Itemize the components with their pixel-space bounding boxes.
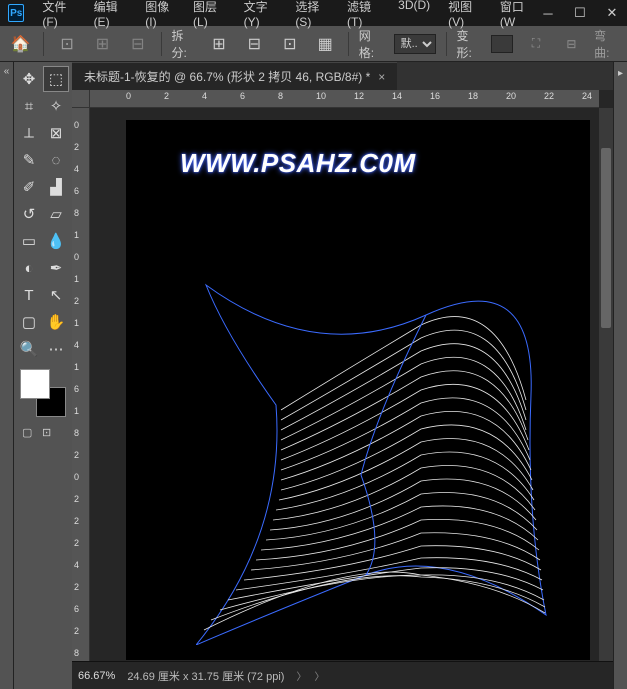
lasso-tool[interactable]: ⌗ <box>16 93 42 119</box>
frame-tool[interactable]: ⊠ <box>43 120 69 146</box>
history-brush-tool[interactable]: ↺ <box>16 201 42 227</box>
grid-select[interactable]: 默... <box>394 34 436 54</box>
eraser-tool[interactable]: ▱ <box>43 201 69 227</box>
zoom-tool[interactable]: 🔍 <box>16 336 42 362</box>
move-tool[interactable]: ✥ <box>16 66 42 92</box>
warp-mode-icon[interactable]: ⊡ <box>54 30 79 58</box>
maximize-button[interactable]: ☐ <box>573 6 587 20</box>
close-button[interactable]: ✕ <box>605 6 619 20</box>
scrollbar-vertical[interactable] <box>599 108 613 661</box>
clone-stamp-tool[interactable]: ▟ <box>43 174 69 200</box>
path-select-tool[interactable]: ↖ <box>43 282 69 308</box>
ruler-corner <box>72 90 90 108</box>
spot-heal-tool[interactable]: ◌ <box>43 147 69 173</box>
zoom-level[interactable]: 66.67% <box>78 670 115 682</box>
watermark-text: WWW.PSAHZ.C0M <box>180 148 416 179</box>
options-bar: 🏠 ⊡ ⊞ ⊟ 拆分: ⊞ ⊟ ⊡ ▦ 网格: 默... 变形: ⛶ ⊟ 弯曲: <box>0 26 627 62</box>
menu-select[interactable]: 选择(S) <box>287 0 337 32</box>
window-controls: ─ ☐ ✕ <box>541 6 619 20</box>
split-grid-1[interactable]: ⊞ <box>206 30 231 58</box>
magic-wand-tool[interactable]: ✧ <box>43 93 69 119</box>
shape-tool[interactable]: ▢ <box>16 309 42 335</box>
type-tool[interactable]: T <box>16 282 42 308</box>
minimize-button[interactable]: ─ <box>541 6 555 20</box>
pen-tool[interactable]: ✒ <box>43 255 69 281</box>
ruler-vertical[interactable]: 0246810121416182022242628 <box>72 108 90 661</box>
dodge-tool[interactable]: ◐ <box>16 255 42 281</box>
quickmask-icon[interactable]: ▢ <box>22 426 36 440</box>
constrain-icon[interactable]: ⊟ <box>559 30 584 58</box>
status-bar: 66.67% 24.69 厘米 x 31.75 厘米 (72 ppi) 〉 〉 <box>72 661 613 689</box>
split-label: 拆分: <box>171 27 196 61</box>
hand-tool[interactable]: ✋ <box>43 309 69 335</box>
title-bar: Ps 文件(F) 编辑(E) 图像(I) 图层(L) 文字(Y) 选择(S) 滤… <box>0 0 627 26</box>
home-icon[interactable]: 🏠 <box>8 30 33 58</box>
panel-expand-icon[interactable]: ▸ <box>618 68 623 79</box>
transform-label: 变形: <box>457 27 482 61</box>
document-area: 未标题-1-恢复的 @ 66.7% (形状 2 拷贝 46, RGB/8#) *… <box>72 62 613 689</box>
document-dimensions: 24.69 厘米 x 31.75 厘米 (72 ppi) <box>127 668 284 684</box>
scroll-thumb[interactable] <box>601 148 611 328</box>
separator <box>43 32 44 56</box>
split-grid-2[interactable]: ⊟ <box>242 30 267 58</box>
split-grid-4[interactable]: ▦ <box>312 30 337 58</box>
menu-window[interactable]: 窗口(W <box>492 0 541 32</box>
separator <box>348 32 349 56</box>
blur-tool[interactable]: 💧 <box>43 228 69 254</box>
canvas-viewport[interactable]: WWW.PSAHZ.C0M <box>90 108 599 661</box>
link-icon[interactable]: ⛶ <box>523 30 548 58</box>
tab-bar: 未标题-1-恢复的 @ 66.7% (形状 2 拷贝 46, RGB/8#) *… <box>72 62 613 90</box>
grid-icon-2[interactable]: ⊟ <box>125 30 150 58</box>
menu-type[interactable]: 文字(Y) <box>236 0 286 32</box>
grid-label: 网格: <box>359 27 384 61</box>
toolbox: ✥ ⬚ ⌗ ✧ ⟂ ⊠ ✎ ◌ ✐ ▟ ↺ ▱ ▭ 💧 ◐ ✒ T ↖ ▢ ✋ … <box>14 62 72 689</box>
tab-title: 未标题-1-恢复的 @ 66.7% (形状 2 拷贝 46, RGB/8#) * <box>84 68 370 85</box>
right-panel-collapsed[interactable]: ▸ <box>613 62 627 689</box>
ruler-horizontal[interactable]: 024681012141618202224 <box>90 90 599 108</box>
separator <box>446 32 447 56</box>
shape-artwork <box>196 275 556 645</box>
document-tab[interactable]: 未标题-1-恢复的 @ 66.7% (形状 2 拷贝 46, RGB/8#) *… <box>72 62 397 90</box>
foreground-color[interactable] <box>20 369 50 399</box>
menu-file[interactable]: 文件(F) <box>34 0 83 32</box>
transform-input[interactable] <box>491 35 513 53</box>
split-grid-3[interactable]: ⊡ <box>277 30 302 58</box>
marquee-tool[interactable]: ⬚ <box>43 66 69 92</box>
expand-arrow-icon: « <box>4 66 10 689</box>
menu-3d[interactable]: 3D(D) <box>390 0 438 32</box>
color-swatches <box>20 369 66 417</box>
brush-tool[interactable]: ✐ <box>16 174 42 200</box>
toolbox-expand[interactable]: « <box>0 62 14 689</box>
warp-label: 弯曲: <box>594 27 619 61</box>
canvas[interactable]: WWW.PSAHZ.C0M <box>126 120 590 660</box>
more-tools[interactable]: ⋯ <box>43 336 69 362</box>
eyedropper-tool[interactable]: ✎ <box>16 147 42 173</box>
grid-icon-1[interactable]: ⊞ <box>90 30 115 58</box>
status-arrow-icon[interactable]: 〉 <box>296 668 306 683</box>
tab-close-icon[interactable]: × <box>378 70 385 84</box>
menu-edit[interactable]: 编辑(E) <box>86 0 136 32</box>
app-logo: Ps <box>8 4 24 22</box>
separator <box>161 32 162 56</box>
gradient-tool[interactable]: ▭ <box>16 228 42 254</box>
screenmode-icon[interactable]: ⊡ <box>42 426 56 440</box>
crop-tool[interactable]: ⟂ <box>16 120 42 146</box>
status-arrow-icon-2[interactable]: 〉 <box>314 668 324 683</box>
